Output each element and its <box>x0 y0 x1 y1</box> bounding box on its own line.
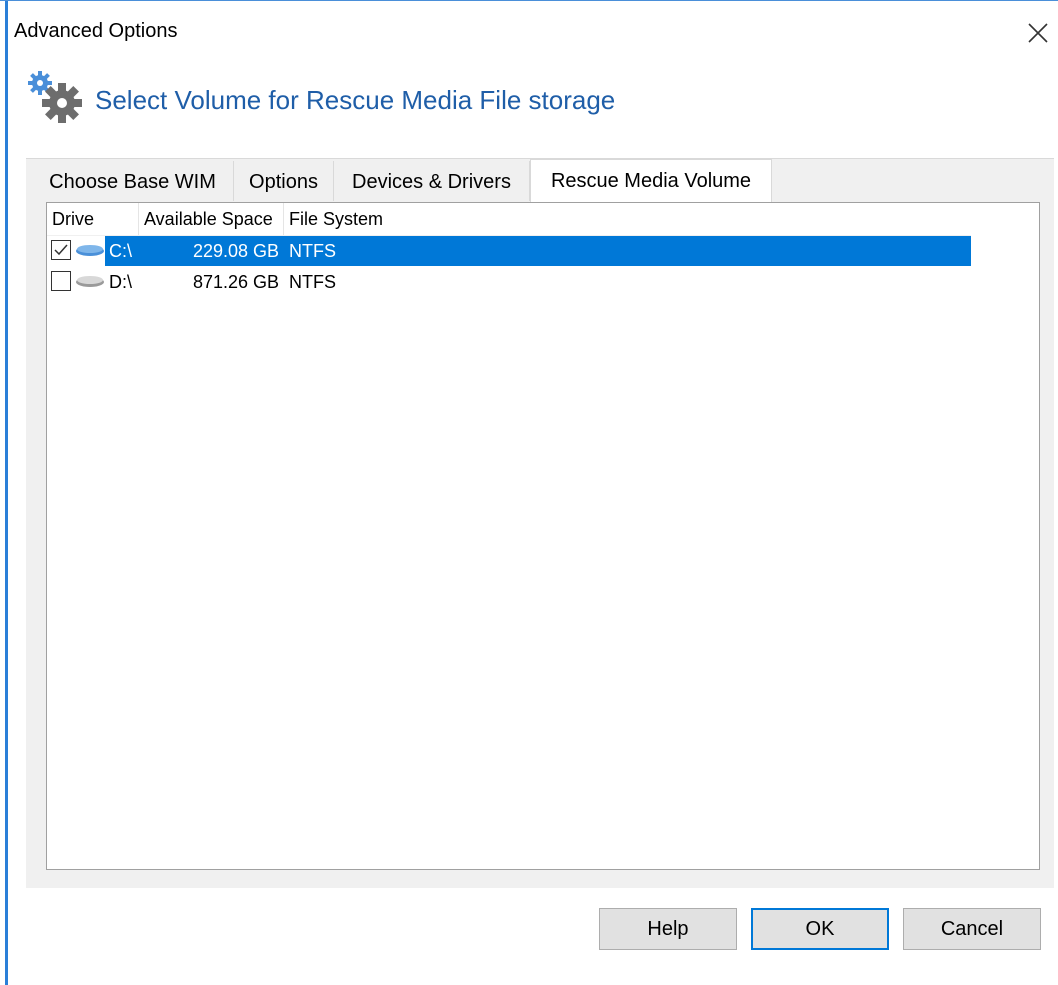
advanced-options-dialog: Advanced Options Select Volume for Rescu… <box>0 0 1058 985</box>
drive-icon <box>76 276 104 287</box>
drive-checkbox[interactable] <box>51 271 71 291</box>
file-system: NTFS <box>289 241 336 261</box>
drive-letter: D:\ <box>109 272 133 292</box>
tab-rescue-media-volume[interactable]: Rescue Media Volume <box>530 159 772 203</box>
tab-devices-drivers[interactable]: Devices & Drivers <box>334 161 530 201</box>
cancel-button[interactable]: Cancel <box>903 908 1041 950</box>
volume-list[interactable]: Drive Available Space File System C:\ 22… <box>46 202 1040 870</box>
window-border <box>5 1 8 985</box>
title-bar[interactable]: Advanced Options <box>8 1 1058 63</box>
drive-icon <box>76 245 104 256</box>
window-title: Advanced Options <box>14 20 178 42</box>
tab-options[interactable]: Options <box>234 161 334 201</box>
help-button[interactable]: Help <box>599 908 737 950</box>
available-space: 229.08 GB <box>192 241 279 261</box>
column-header-available-space[interactable]: Available Space <box>139 203 284 235</box>
tab-choose-base-wim[interactable]: Choose Base WIM <box>32 161 234 201</box>
drive-checkbox[interactable] <box>51 240 71 260</box>
file-system: NTFS <box>289 272 336 292</box>
available-space: 871.26 GB <box>192 272 279 292</box>
ok-button[interactable]: OK <box>751 908 889 950</box>
column-header-drive[interactable]: Drive <box>47 203 139 235</box>
column-header-file-system[interactable]: File System <box>284 203 971 235</box>
close-button[interactable] <box>1018 13 1058 53</box>
close-icon <box>1028 23 1048 43</box>
list-item[interactable]: C:\ 229.08 GB NTFS <box>47 236 971 266</box>
page-title: Select Volume for Rescue Media File stor… <box>95 85 616 115</box>
gears-icon <box>28 71 82 123</box>
drive-letter: C:\ <box>109 241 133 261</box>
list-item[interactable]: D:\ 871.26 GB NTFS <box>47 267 971 297</box>
check-icon <box>54 244 68 256</box>
